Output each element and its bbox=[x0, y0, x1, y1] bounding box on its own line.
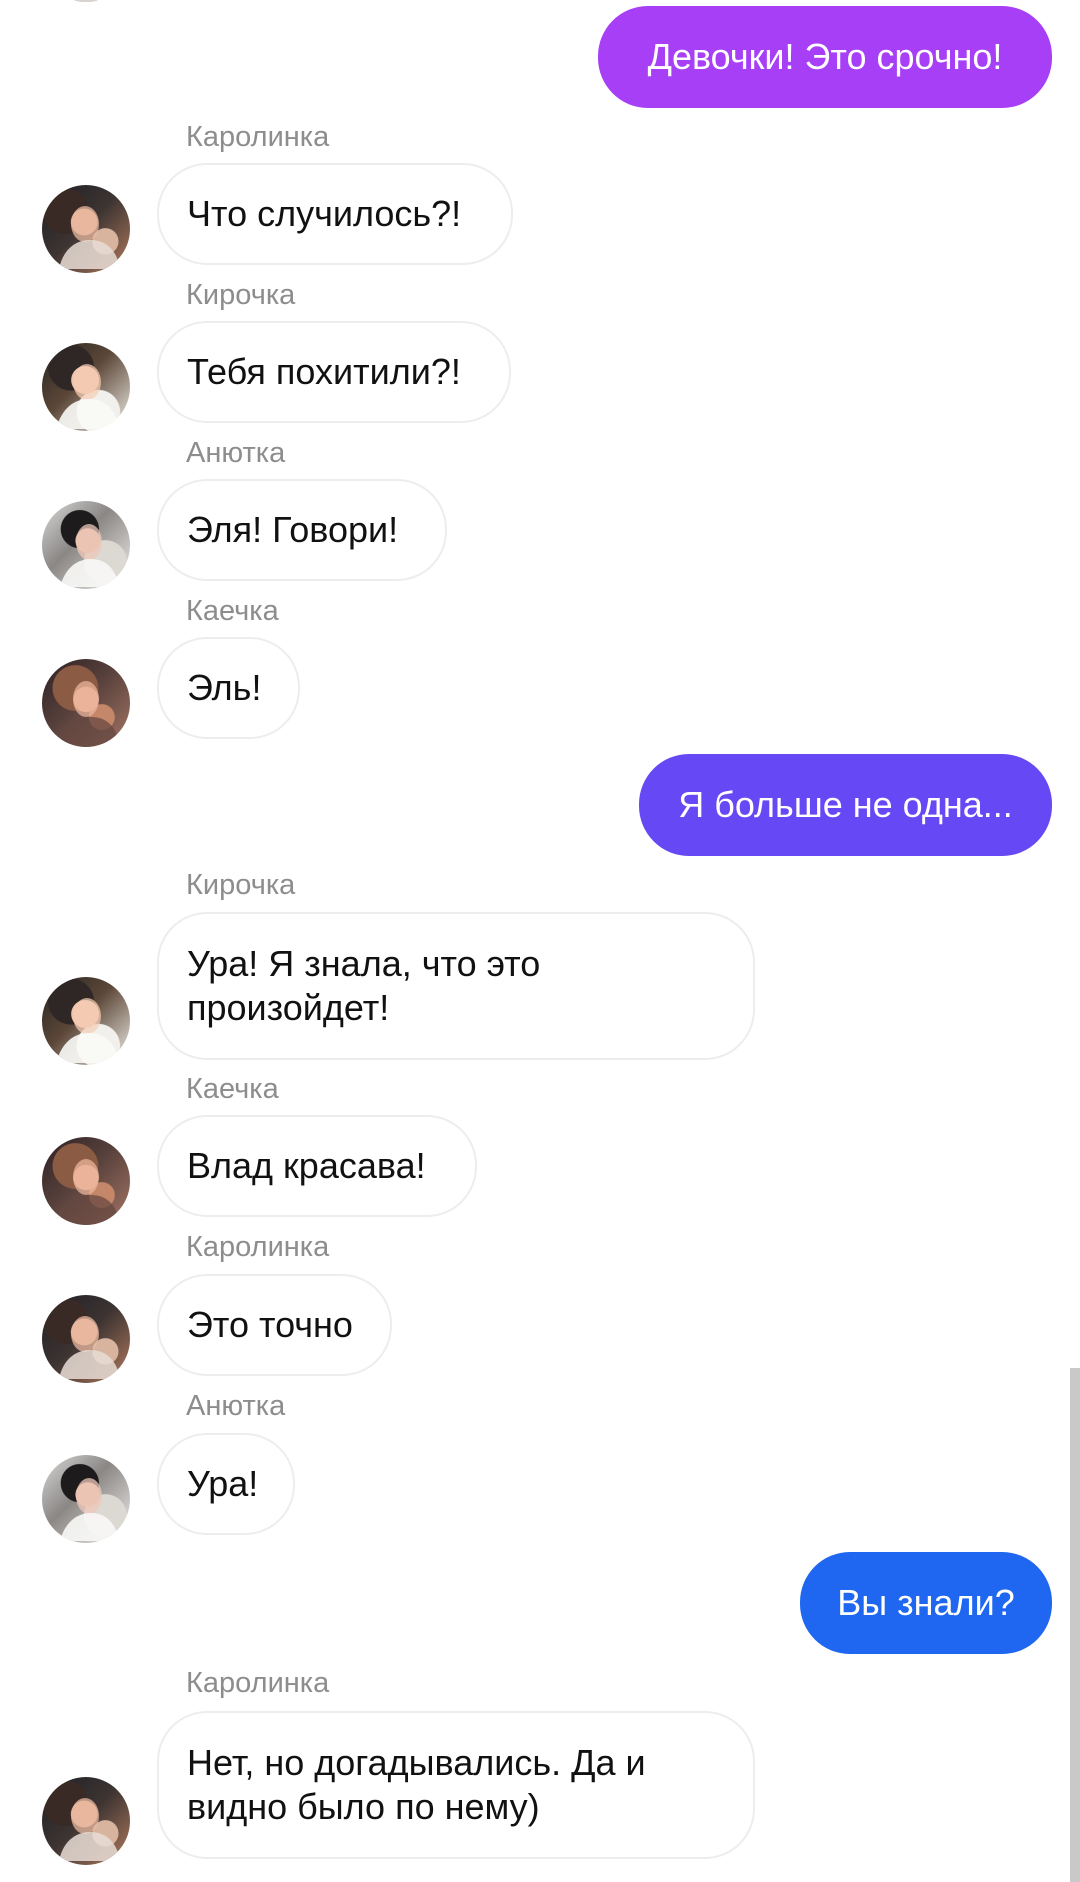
karolinka-avatar-icon bbox=[42, 1295, 130, 1383]
incoming-message-text: Ура! Я знала, что это произойдет! bbox=[187, 942, 540, 1030]
incoming-message-bubble[interactable]: Нет, но догадывались. Да и видно было по… bbox=[157, 1711, 755, 1859]
outgoing-message-bubble[interactable]: Я больше не одна... bbox=[639, 754, 1052, 856]
person-photo-icon bbox=[58, 1159, 120, 1225]
kaechka-avatar-icon bbox=[42, 1137, 130, 1225]
incoming-message-bubble[interactable]: Это точно bbox=[157, 1274, 392, 1376]
karolinka-avatar-icon bbox=[42, 1777, 130, 1865]
message-line: Нет, но догадывались. Да и bbox=[187, 1742, 646, 1783]
anyutka-avatar-icon bbox=[42, 501, 130, 589]
person-photo-icon bbox=[59, 1798, 120, 1861]
sender-name: Каечка bbox=[186, 595, 279, 627]
incoming-message-bubble[interactable]: Эль! bbox=[157, 637, 300, 739]
incoming-message-bubble[interactable]: Тебя похитили?! bbox=[157, 321, 511, 423]
incoming-message-text: Что случилось?! bbox=[187, 193, 462, 234]
chat-message-list[interactable]: Девочки! Это срочно! Каролинка Что случи… bbox=[0, 0, 1080, 1882]
sender-name: Анютка bbox=[186, 437, 286, 469]
person-photo-icon bbox=[59, 1316, 120, 1379]
outgoing-message-text: Вы знали? bbox=[837, 1582, 1015, 1623]
incoming-message-text: Это точно bbox=[187, 1304, 353, 1345]
person-photo-icon bbox=[56, 364, 119, 429]
person-photo-icon bbox=[60, 1478, 119, 1541]
sender-name: Кирочка bbox=[186, 869, 296, 901]
outgoing-message-bubble[interactable]: Девочки! Это срочно! bbox=[598, 6, 1052, 108]
kirochka-avatar-icon bbox=[42, 343, 130, 431]
incoming-message-text: Ура! bbox=[187, 1463, 259, 1504]
incoming-message-bubble[interactable]: Влад красава! bbox=[157, 1115, 477, 1217]
message-line: видно было по нему) bbox=[187, 1786, 540, 1827]
incoming-message-bubble[interactable]: Эля! Говори! bbox=[157, 479, 447, 581]
karolinka-avatar-icon bbox=[42, 185, 130, 273]
outgoing-message-text: Я больше не одна... bbox=[678, 784, 1013, 825]
incoming-message-bubble[interactable]: Что случилось?! bbox=[157, 163, 513, 265]
kaechka-avatar-icon bbox=[42, 659, 130, 747]
incoming-message-bubble[interactable]: Ура! Я знала, что это произойдет! bbox=[157, 912, 755, 1060]
anyutka-avatar-icon bbox=[42, 1455, 130, 1543]
outgoing-message-bubble[interactable]: Вы знали? bbox=[800, 1552, 1052, 1654]
incoming-message-text: Влад красава! bbox=[187, 1145, 426, 1186]
incoming-message-text: Нет, но догадывались. Да и видно было по… bbox=[187, 1741, 646, 1829]
person-photo-icon bbox=[59, 206, 120, 269]
outgoing-message-text: Девочки! Это срочно! bbox=[647, 36, 1003, 77]
partial-avatar-icon bbox=[64, 0, 108, 2]
sender-name: Каролинка bbox=[186, 121, 330, 153]
person-photo-icon bbox=[60, 524, 119, 587]
incoming-message-text: Тебя похитили?! bbox=[187, 351, 461, 392]
message-line: Ура! Я знала, что это bbox=[187, 943, 541, 984]
person-photo-icon bbox=[56, 998, 119, 1063]
vertical-scrollbar[interactable] bbox=[1070, 1368, 1080, 1882]
sender-name: Анютка bbox=[186, 1390, 286, 1422]
sender-name: Каролинка bbox=[186, 1231, 330, 1263]
person-photo-icon bbox=[58, 681, 120, 747]
incoming-message-bubble[interactable]: Ура! bbox=[157, 1433, 295, 1535]
incoming-message-text: Эля! Говори! bbox=[187, 509, 399, 550]
incoming-message-text: Эль! bbox=[187, 667, 262, 708]
sender-name: Кирочка bbox=[186, 279, 296, 311]
sender-name: Каечка bbox=[186, 1073, 279, 1105]
sender-name: Каролинка bbox=[186, 1667, 330, 1699]
message-line: произойдет! bbox=[187, 987, 390, 1028]
kirochka-avatar-icon bbox=[42, 977, 130, 1065]
